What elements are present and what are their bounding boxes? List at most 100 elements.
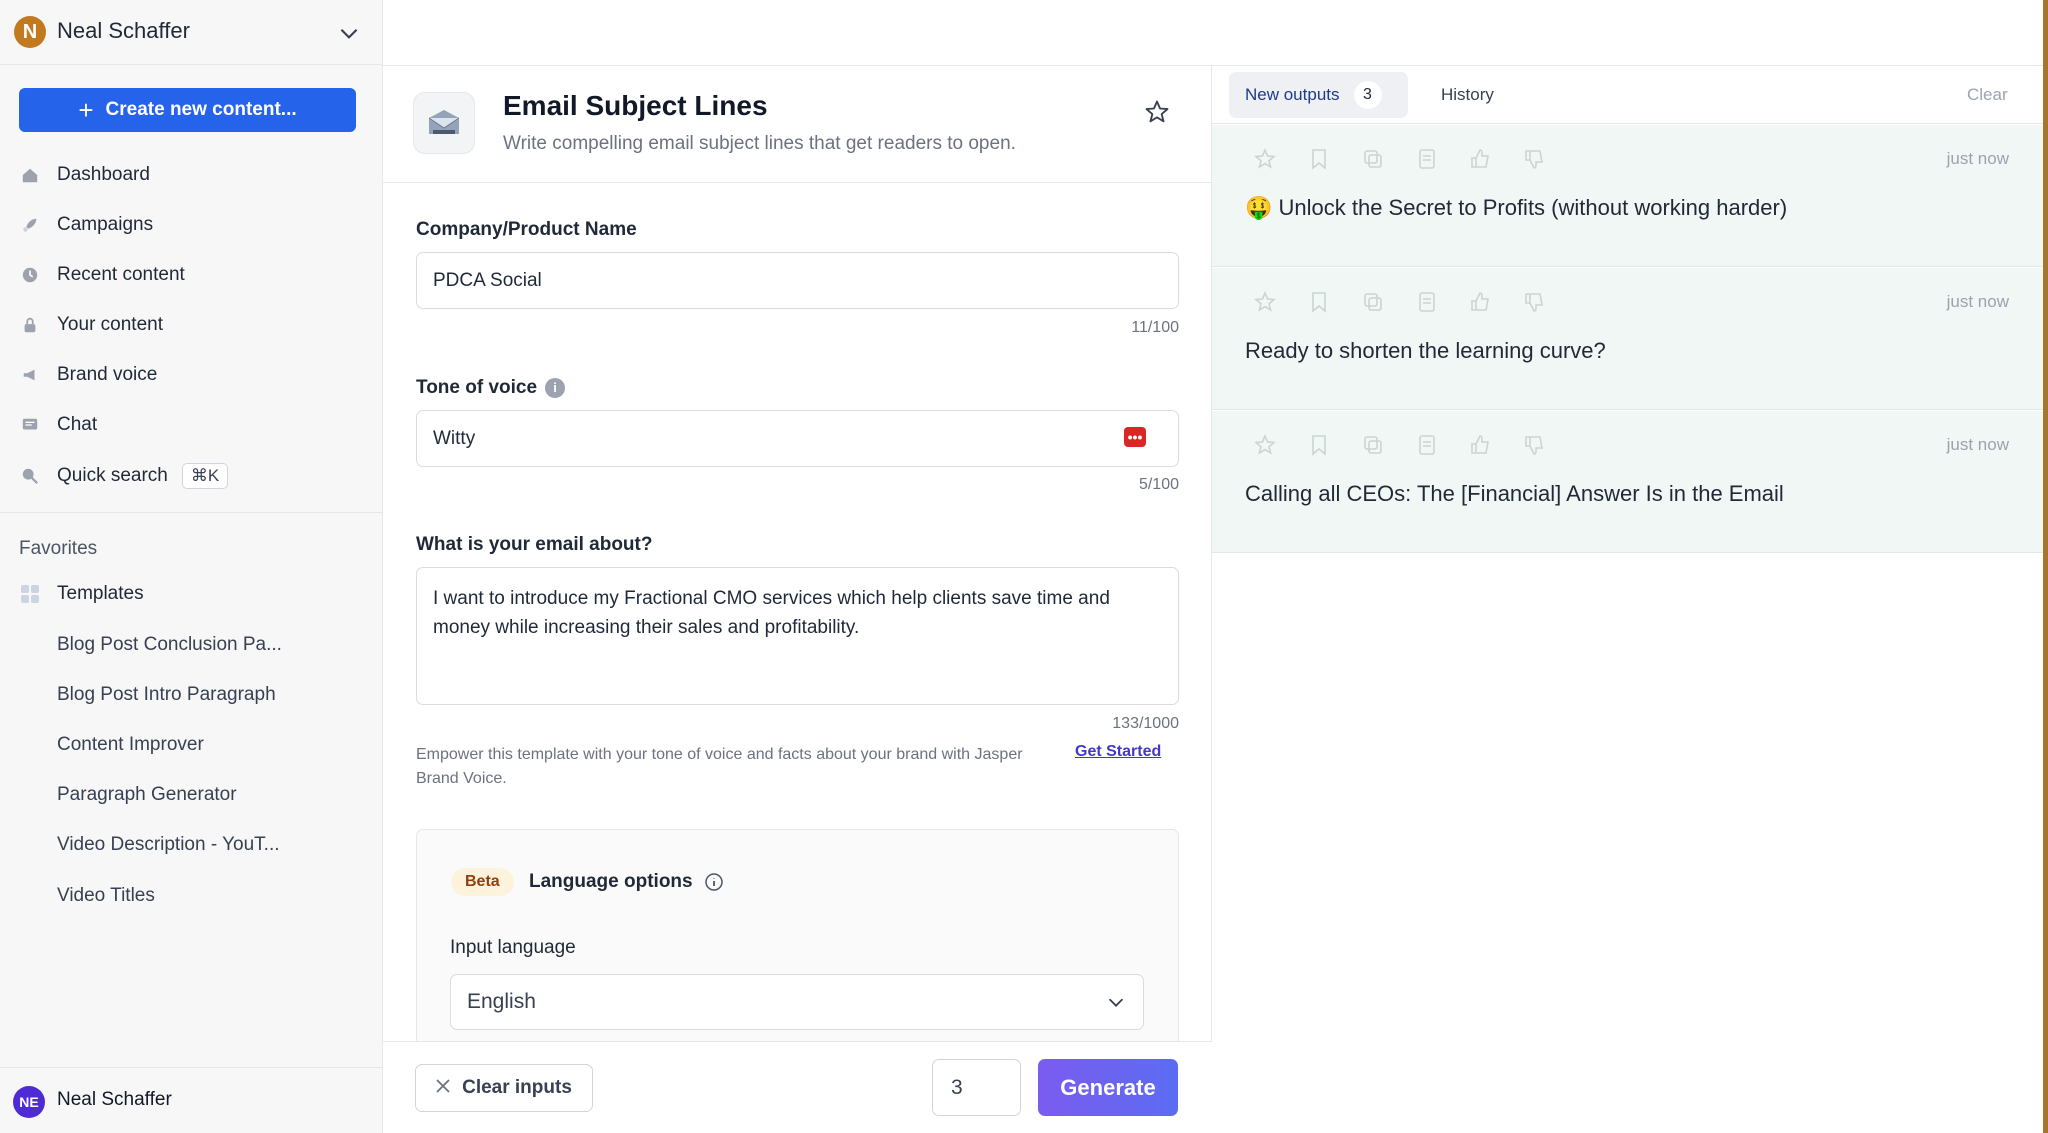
tone-label: Tone of voice i bbox=[416, 377, 566, 399]
output-text[interactable]: Ready to shorten the learning curve? bbox=[1245, 338, 1606, 364]
tone-input[interactable]: Witty ••• bbox=[416, 410, 1179, 467]
sidebar-item-templates[interactable]: Templates bbox=[19, 576, 364, 612]
avatar: N bbox=[14, 16, 46, 48]
output-actions bbox=[1253, 433, 1547, 457]
input-language-select[interactable]: English bbox=[450, 974, 1144, 1030]
top-bar bbox=[383, 0, 2043, 66]
language-options-title: Language options bbox=[529, 871, 693, 892]
favorite-template-item[interactable]: Blog Post Conclusion Pa... bbox=[57, 629, 282, 661]
bookmark-icon[interactable] bbox=[1307, 290, 1331, 314]
info-icon[interactable] bbox=[704, 872, 724, 892]
sidebar-item-chat[interactable]: Chat bbox=[19, 407, 364, 443]
company-input[interactable]: PDCA Social bbox=[416, 252, 1179, 309]
thumbs-up-icon[interactable] bbox=[1469, 290, 1493, 314]
output-text[interactable]: Calling all CEOs: The [Financial] Answer… bbox=[1245, 481, 1784, 507]
thumbs-up-icon[interactable] bbox=[1469, 433, 1493, 457]
document-icon[interactable] bbox=[1415, 147, 1439, 171]
chevron-down-icon bbox=[1108, 998, 1124, 1007]
sidebar-item-recent-content[interactable]: Recent content bbox=[19, 257, 364, 293]
thumbs-up-icon[interactable] bbox=[1469, 147, 1493, 171]
grid-icon bbox=[19, 583, 41, 605]
star-icon[interactable] bbox=[1253, 147, 1277, 171]
copy-icon[interactable] bbox=[1361, 147, 1385, 171]
sidebar-item-campaigns[interactable]: Campaigns bbox=[19, 207, 364, 243]
favorite-template-item[interactable]: Blog Post Intro Paragraph bbox=[57, 679, 276, 711]
tab-label: New outputs bbox=[1245, 85, 1340, 104]
input-language-label: Input language bbox=[450, 937, 576, 958]
company-counter: 11/100 bbox=[1131, 319, 1179, 336]
divider bbox=[0, 512, 383, 513]
output-timestamp: just now bbox=[1946, 149, 2009, 168]
company-label: Company/Product Name bbox=[416, 219, 637, 240]
clock-icon bbox=[19, 264, 41, 286]
sidebar-item-label: Campaigns bbox=[57, 214, 154, 235]
output-actions bbox=[1253, 147, 1547, 171]
sidebar-item-label: Brand voice bbox=[57, 364, 158, 385]
user-avatar[interactable]: NE bbox=[13, 1086, 45, 1118]
document-icon[interactable] bbox=[1415, 290, 1439, 314]
shortcut-badge: ⌘K bbox=[181, 463, 229, 489]
tone-counter: 5/100 bbox=[1138, 476, 1179, 493]
document-icon[interactable] bbox=[1415, 433, 1439, 457]
about-textarea[interactable]: I want to introduce my Fractional CMO se… bbox=[416, 567, 1179, 705]
input-language-value: English bbox=[467, 990, 536, 1013]
favorites-heading: Favorites bbox=[19, 538, 98, 559]
copy-icon[interactable] bbox=[1361, 290, 1385, 314]
star-icon[interactable] bbox=[1253, 290, 1277, 314]
user-name[interactable]: Neal Schaffer bbox=[57, 1089, 172, 1111]
rocket-icon bbox=[19, 214, 41, 236]
output-text[interactable]: 🤑 Unlock the Secret to Profits (without … bbox=[1245, 195, 1787, 221]
create-label: Create new content... bbox=[105, 99, 297, 120]
plus-icon: + bbox=[78, 95, 94, 125]
tone-label-text: Tone of voice bbox=[416, 377, 538, 398]
favorite-template-item[interactable]: Video Description - YouT... bbox=[57, 829, 280, 861]
favorite-template-item[interactable]: Content Improver bbox=[57, 729, 204, 761]
thumbs-down-icon[interactable] bbox=[1523, 290, 1547, 314]
sidebar-item-label: Your content bbox=[57, 314, 163, 335]
brand-voice-note: Empower this template with your tone of … bbox=[416, 746, 1023, 787]
clear-inputs-label: Clear inputs bbox=[462, 1077, 572, 1098]
copy-icon[interactable] bbox=[1361, 433, 1385, 457]
page-title: Email Subject Lines bbox=[503, 90, 768, 121]
divider bbox=[0, 1067, 383, 1068]
sidebar-item-label: Chat bbox=[57, 414, 98, 435]
output-actions bbox=[1253, 290, 1547, 314]
bookmark-icon[interactable] bbox=[1307, 433, 1331, 457]
beta-badge: Beta bbox=[451, 868, 514, 896]
output-timestamp: just now bbox=[1946, 435, 2009, 454]
info-icon[interactable]: i bbox=[545, 377, 566, 398]
home-icon bbox=[19, 164, 41, 186]
email-template-icon bbox=[413, 92, 475, 154]
generate-button[interactable]: Generate bbox=[1038, 1059, 1178, 1116]
close-icon bbox=[436, 1077, 450, 1099]
search-icon bbox=[19, 465, 41, 487]
outputs-count-badge: 3 bbox=[1353, 81, 1382, 109]
megaphone-icon bbox=[19, 364, 41, 386]
more-options-icon[interactable]: ••• bbox=[1124, 427, 1146, 447]
sidebar-item-dashboard[interactable]: Dashboard bbox=[19, 157, 364, 193]
tab-history[interactable]: History bbox=[1441, 85, 1494, 105]
output-card: just now Ready to shorten the learning c… bbox=[1212, 268, 2043, 410]
clear-inputs-button[interactable]: Clear inputs bbox=[415, 1064, 593, 1112]
lock-icon bbox=[19, 314, 41, 336]
window-edge bbox=[2043, 0, 2048, 1133]
sidebar-item-label: Quick search bbox=[57, 465, 168, 486]
favorite-template-item[interactable]: Paragraph Generator bbox=[57, 779, 237, 811]
account-name[interactable]: Neal Schaffer bbox=[57, 18, 190, 44]
create-new-content-button[interactable]: + Create new content... bbox=[19, 88, 356, 132]
bookmark-icon[interactable] bbox=[1307, 147, 1331, 171]
tab-new-outputs[interactable]: New outputs 3 bbox=[1229, 72, 1408, 118]
favorite-star-icon[interactable] bbox=[1143, 98, 1171, 126]
favorite-template-item[interactable]: Video Titles bbox=[57, 880, 155, 912]
sidebar-item-quick-search[interactable]: Quick search ⌘K bbox=[19, 458, 364, 494]
get-started-link[interactable]: Get Started bbox=[1075, 743, 1161, 761]
sidebar-item-your-content[interactable]: Your content bbox=[19, 307, 364, 343]
sidebar-item-brand-voice[interactable]: Brand voice bbox=[19, 357, 364, 393]
thumbs-down-icon[interactable] bbox=[1523, 147, 1547, 171]
clear-outputs-button[interactable]: Clear bbox=[1967, 85, 2008, 105]
star-icon[interactable] bbox=[1253, 433, 1277, 457]
chevron-down-icon[interactable] bbox=[336, 20, 362, 46]
thumbs-down-icon[interactable] bbox=[1523, 433, 1547, 457]
output-quantity-input[interactable]: 3 bbox=[932, 1059, 1021, 1116]
about-counter: 133/1000 bbox=[1112, 715, 1179, 732]
